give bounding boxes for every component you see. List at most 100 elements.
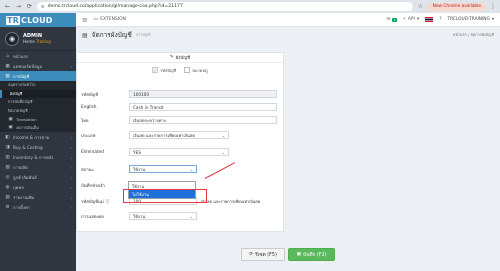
messages-button[interactable]: ✉ 1 xyxy=(387,17,397,22)
account-code-field[interactable]: 100100 xyxy=(129,90,277,98)
sidebar-item-income[interactable]: ◧ Income & การขาย ‹ xyxy=(0,132,76,142)
chevron-down-icon: ⌄ xyxy=(189,213,193,219)
factory-icon: ▧ xyxy=(5,164,10,170)
sidebar-menu-bottom: ◧ Income & การขาย ‹ ◨ Buy & Costing ‹ ▥ Inven… xyxy=(0,132,76,212)
chevron-down-icon: ⌄ xyxy=(68,73,72,79)
submenu-item-coa[interactable]: ผังบัญชี xyxy=(0,89,76,98)
document-icon: ▤ xyxy=(82,31,88,39)
truck-icon: ◨ xyxy=(5,144,10,150)
type-select[interactable]: เงินสด และรายการเทียบเท่าเงินสด ⌄ xyxy=(129,131,229,139)
edit-icon: ✎ xyxy=(169,55,174,60)
chart-icon: ▨ xyxy=(5,194,10,200)
address-bar[interactable]: ⚙ demo.trcloud.co/application/gl/manage-… xyxy=(37,2,413,11)
menu-toggle-icon[interactable]: ≡ xyxy=(82,16,88,24)
user-panel: ◉ ADMIN Home Trading xyxy=(0,27,76,51)
grid-icon: ▭ xyxy=(93,17,99,22)
thai-name-field[interactable]: เงินสดระหว่างทาง xyxy=(129,116,277,124)
refresh-icon: ⟳ xyxy=(249,252,254,257)
brand-suffix: CLOUD xyxy=(21,15,53,25)
thai-flag-icon[interactable] xyxy=(425,17,434,22)
sidebar-item-buy[interactable]: ◨ Buy & Costing ‹ xyxy=(0,142,76,152)
row-status: สถานะ ใช้งาน ⌄ xyxy=(81,163,277,175)
accounting-submenu: สมุดรายวันทั่วไป ผังบัญชี การบันทึกบัญชี… xyxy=(0,81,76,132)
reload-icon[interactable]: ⟳ xyxy=(26,3,33,10)
display-select[interactable]: ใช้งาน ⌄ xyxy=(129,212,197,220)
star-icon[interactable]: ☆ xyxy=(417,3,424,10)
row-account-code: รหัสบัญชี 100100 xyxy=(81,88,277,100)
sidebar: TR CLOUD ◉ ADMIN Home Trading ⌂ หน้าแรก ▦ แ… xyxy=(0,13,76,271)
sidebar-item-reports[interactable]: ▨ รายงานเพิ่ม ‹ xyxy=(0,192,76,202)
user-status: Trading xyxy=(36,39,51,44)
sidebar-item-settings[interactable]: ⚙ การตั้งค่า ‹ xyxy=(0,202,76,212)
user-home: Home xyxy=(23,39,35,44)
person-icon: ◍ xyxy=(5,184,10,190)
report-icon: ▣ xyxy=(8,125,13,131)
submenu-item-posting[interactable]: การบันทึกบัญชี xyxy=(0,98,76,107)
users-icon: ◎ xyxy=(5,174,10,180)
chevron-left-icon: ‹ xyxy=(70,174,72,180)
back-icon[interactable]: ← xyxy=(4,3,11,10)
card-header: ✎ ผังบัญชี xyxy=(77,53,283,63)
content-header: ▤ จัดการผังบัญชี การบัญชี หน้าแรก / จัดก… xyxy=(76,27,500,43)
row-eliminated: Eliminated YES ⌄ xyxy=(81,146,277,158)
help-icon: ? xyxy=(439,17,442,22)
chevron-left-icon: ‹ xyxy=(70,63,72,69)
sidebar-item-hr[interactable]: ◍ บุคคล ‹ xyxy=(0,182,76,192)
unchecked-icon xyxy=(184,67,191,73)
mode-category[interactable]: หมวดหมู่ xyxy=(184,67,208,74)
save-icon: ▣ xyxy=(296,252,302,257)
chevron-down-icon: ▾ xyxy=(416,17,420,22)
submenu-item-translation[interactable]: ▣ Translation xyxy=(0,115,76,124)
cart-icon: ◧ xyxy=(5,134,10,140)
browser-menu-icon[interactable]: ⋮ xyxy=(490,3,496,11)
mode-account-code[interactable]: ✓ รหัสบัญชี xyxy=(152,67,176,74)
english-name-field[interactable]: Cash in Transit xyxy=(129,103,277,111)
user-icon: ◉ xyxy=(8,34,16,43)
page-subtitle: การบัญชี xyxy=(135,32,151,37)
status-select[interactable]: ใช้งาน ⌄ xyxy=(129,165,197,173)
row-type: ประเภท เงินสด และรายการเทียบเท่าเงินสด ⌄ xyxy=(81,129,277,141)
company-selector[interactable]: TRCLOUD-TRAINING ▾ xyxy=(448,17,494,22)
help-button[interactable]: ? xyxy=(439,17,441,22)
chevron-left-icon: ‹ xyxy=(70,184,72,190)
submenu-item-statements[interactable]: ▣ งบการเงินเต็ม xyxy=(0,123,76,132)
info-icon: ⓘ xyxy=(105,199,110,205)
message-count-badge: 1 xyxy=(392,17,397,22)
sidebar-item-production[interactable]: ▧ การผลิต ‹ xyxy=(0,162,76,172)
mode-selector: ✓ รหัสบัญชี หมวดหมู่ xyxy=(77,63,283,77)
brand-logo[interactable]: TR CLOUD xyxy=(0,13,76,27)
top-header: ≡ ▭ EXTENSION ✉ 1 ⚡ API ▾ ? TRCLOUD-TRAINING… xyxy=(76,13,500,27)
row-thai: ไทย เงินสดระหว่างทาง xyxy=(81,114,277,126)
api-button[interactable]: ⚡ API ▾ xyxy=(403,17,420,22)
submenu-item-close-period[interactable]: ปิดงวดบัญชี xyxy=(0,106,76,115)
home-icon: ⌂ xyxy=(6,53,9,59)
eliminated-select[interactable]: YES ⌄ xyxy=(129,148,229,156)
sidebar-item-accounting[interactable]: ▤ การบัญชี ⌄ xyxy=(0,71,76,81)
dashboard-icon: ▦ xyxy=(5,63,10,69)
site-info-icon[interactable]: ⚙ xyxy=(41,4,45,9)
url-text: demo.trcloud.co/application/gl/manage-co… xyxy=(47,4,183,9)
submenu-item-journal[interactable]: สมุดรายวันทั่วไป xyxy=(0,81,76,90)
coa-form-card: ✎ ผังบัญชี ✓ รหัสบัญชี หมวดหมู่ รหัสบัญชี… xyxy=(76,52,284,232)
reset-button[interactable]: ⟳ รีเซต (F5) xyxy=(241,248,285,261)
sidebar-item-crm[interactable]: ◎ ลูกค้าสัมพันธ์ ‹ xyxy=(0,172,76,182)
card-title: ผังบัญชี xyxy=(175,56,191,61)
chevron-left-icon: ‹ xyxy=(70,154,72,160)
plug-icon: ⚡ xyxy=(402,17,406,22)
breadcrumb[interactable]: หน้าแรก / จัดการผังบัญชี xyxy=(453,32,494,38)
save-button[interactable]: ▣ บันทึก (F2) xyxy=(288,248,335,261)
sidebar-item-home[interactable]: ⌂ หน้าแรก xyxy=(0,51,76,61)
mail-icon: ✉ xyxy=(386,17,391,22)
chevron-left-icon: ‹ xyxy=(70,144,72,150)
chevron-down-icon: ⌄ xyxy=(221,149,225,155)
sidebar-item-dashboard[interactable]: ▦ แดชบอร์ดข้อมูล ‹ xyxy=(0,61,76,71)
book-icon: ▤ xyxy=(5,73,10,79)
sidebar-item-inventory[interactable]: ▥ Inventory & การคลัง ‹ xyxy=(0,152,76,162)
chevron-down-icon: ⌄ xyxy=(221,132,225,138)
chrome-update-button[interactable]: New Chrome available xyxy=(427,2,486,11)
chevron-left-icon: ‹ xyxy=(70,204,72,210)
page-title: จัดการผังบัญชี xyxy=(91,31,132,39)
forward-icon[interactable]: → xyxy=(15,3,22,10)
row-display: การแสดงผล ใช้งาน ⌄ xyxy=(81,210,277,222)
extension-button[interactable]: ▭ EXTENSION xyxy=(94,17,126,22)
